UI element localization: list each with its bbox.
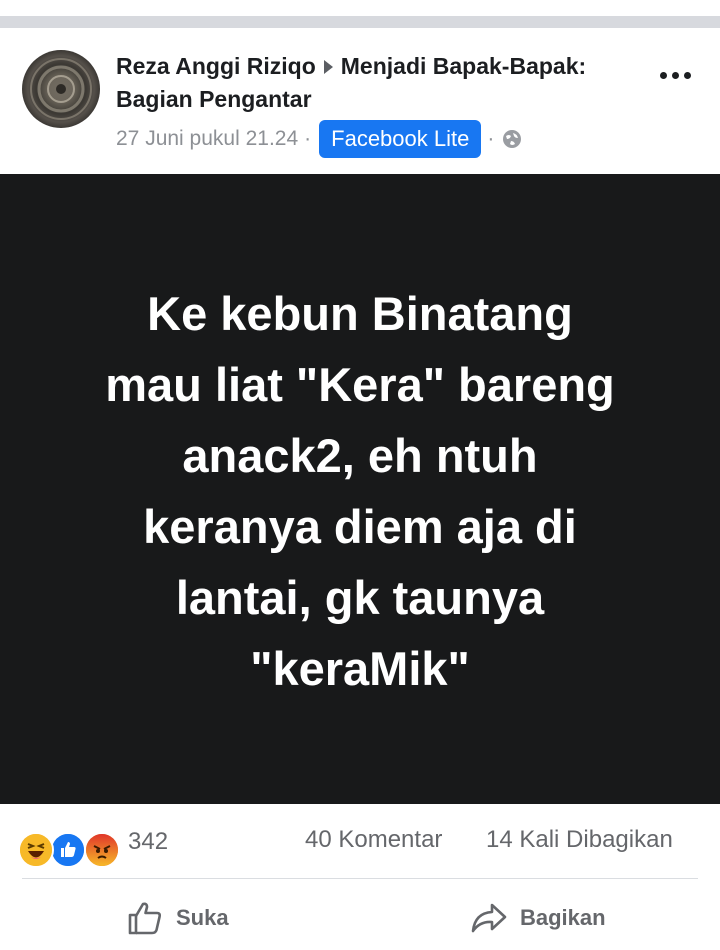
post-stats: 342 40 Komentar 14 Kali Dibagikan bbox=[0, 806, 720, 878]
post-content[interactable]: Ke kebun Binatang mau liat "Kera" bareng… bbox=[0, 174, 720, 804]
dot-icon bbox=[684, 72, 691, 79]
share-button[interactable]: Bagikan bbox=[470, 898, 606, 938]
reaction-count[interactable]: 342 bbox=[128, 828, 168, 856]
separator: · bbox=[304, 127, 312, 150]
author-name[interactable]: Reza Anggi Riziqo bbox=[116, 53, 316, 79]
top-strip bbox=[0, 0, 720, 16]
app-badge: Facebook Lite bbox=[319, 120, 482, 158]
globe-icon bbox=[503, 130, 522, 148]
share-label: Bagikan bbox=[520, 905, 606, 930]
like-reaction-icon[interactable] bbox=[50, 832, 86, 868]
arrow-right-icon bbox=[323, 60, 333, 75]
post-actions: Suka Bagikan bbox=[0, 880, 720, 950]
feed-divider bbox=[0, 16, 720, 28]
share-count[interactable]: 14 Kali Dibagikan bbox=[486, 826, 673, 854]
avatar[interactable] bbox=[22, 50, 100, 128]
dot-icon bbox=[672, 72, 679, 79]
share-arrow-icon bbox=[471, 903, 507, 933]
post-header: Reza Anggi Riziqo Menjadi Bapak-Bapak: Ba… bbox=[0, 28, 720, 174]
post-meta: 27 Juni pukul 21.24 · Facebook Lite · bbox=[116, 120, 522, 158]
dot-icon bbox=[660, 72, 667, 79]
separator: · bbox=[487, 127, 495, 150]
comment-count[interactable]: 40 Komentar bbox=[305, 826, 442, 854]
post-title-line: Reza Anggi Riziqo Menjadi Bapak-Bapak: Ba… bbox=[116, 50, 636, 116]
like-button[interactable]: Suka bbox=[126, 898, 229, 938]
post-text: Ke kebun Binatang mau liat "Kera" bareng… bbox=[105, 287, 615, 695]
divider bbox=[22, 878, 698, 879]
more-options-button[interactable] bbox=[652, 62, 700, 86]
like-label: Suka bbox=[176, 905, 229, 930]
angry-reaction-icon[interactable] bbox=[84, 832, 120, 868]
timestamp[interactable]: 27 Juni pukul 21.24 bbox=[116, 127, 298, 151]
thumbs-up-icon bbox=[128, 902, 162, 935]
haha-reaction-icon[interactable] bbox=[18, 832, 54, 868]
